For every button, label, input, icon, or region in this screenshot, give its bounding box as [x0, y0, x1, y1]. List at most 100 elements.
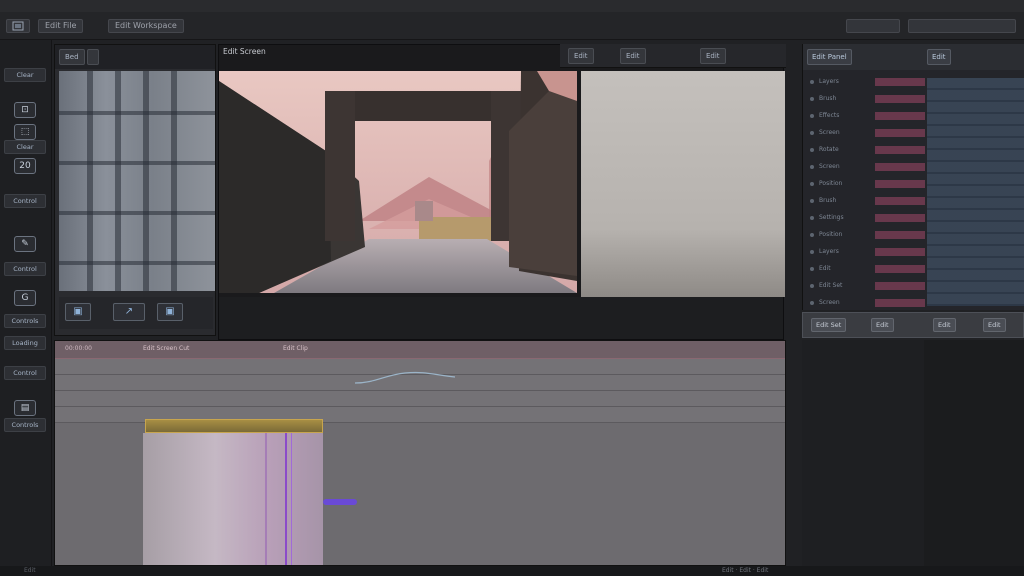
source-icon[interactable]: [87, 49, 99, 65]
viewer-btn-3[interactable]: Edit: [700, 48, 726, 64]
property-value-bar[interactable]: [875, 299, 925, 307]
source-footer: ▣ ↗ ▣: [59, 297, 213, 329]
property-value-bar[interactable]: [875, 282, 925, 290]
property-value-bar[interactable]: [875, 265, 925, 273]
status-right-text: Edit · Edit · Edit: [722, 567, 769, 574]
footer-btn-2[interactable]: Edit: [871, 318, 894, 332]
property-row[interactable]: Effects: [807, 110, 1021, 122]
bullet-icon: [810, 80, 814, 84]
property-row[interactable]: Brush: [807, 195, 1021, 207]
source-title[interactable]: Bed: [59, 49, 85, 65]
properties-header: Edit Panel Edit: [803, 44, 1024, 70]
property-label: Brush: [819, 197, 837, 204]
bullet-icon: [810, 216, 814, 220]
property-row[interactable]: Brush: [807, 93, 1021, 105]
property-row[interactable]: Screen: [807, 127, 1021, 139]
property-row[interactable]: Position: [807, 178, 1021, 190]
tool-button-6[interactable]: Loading: [4, 336, 46, 350]
footer-btn-1[interactable]: Edit Set: [811, 318, 847, 332]
footer-btn-4[interactable]: Edit: [983, 318, 1006, 332]
crop-icon[interactable]: ⊡: [14, 102, 36, 118]
bullet-icon: [810, 233, 814, 237]
property-row[interactable]: Rotate: [807, 144, 1021, 156]
menu-file[interactable]: Edit File: [38, 19, 84, 33]
property-row[interactable]: Screen: [807, 161, 1021, 173]
property-value-bar[interactable]: [875, 78, 925, 86]
property-row[interactable]: Edit Set: [807, 280, 1021, 292]
property-row[interactable]: Screen: [807, 297, 1021, 309]
menu-bar: Edit File Edit Workspace: [0, 12, 1024, 40]
property-value-bar[interactable]: [875, 248, 925, 256]
tool-button-1[interactable]: Clear: [4, 68, 46, 82]
tool-button-8[interactable]: Controls: [4, 418, 46, 432]
viewer-btn-2[interactable]: Edit: [620, 48, 646, 64]
program-side-panel: [581, 71, 785, 297]
property-label: Layers: [819, 78, 839, 85]
properties-panel: Edit Panel Edit Layers Brush Effects Screen…: [802, 44, 1024, 324]
bullet-icon: [810, 182, 814, 186]
program-title: Edit Screen: [223, 47, 266, 56]
property-row[interactable]: Layers: [807, 246, 1021, 258]
workspace-field[interactable]: [908, 19, 1016, 33]
property-row[interactable]: Edit: [807, 263, 1021, 275]
source-btn-3[interactable]: ▣: [157, 303, 183, 321]
tab-edit-panel[interactable]: Edit Panel: [807, 49, 852, 65]
transform-icon[interactable]: ⬚: [14, 124, 36, 140]
source-btn-2[interactable]: ↗: [113, 303, 145, 321]
property-label: Screen: [819, 129, 840, 136]
property-row[interactable]: Settings: [807, 212, 1021, 224]
tool-button-3[interactable]: Control: [4, 194, 46, 208]
footer-btn-3[interactable]: Edit: [933, 318, 956, 332]
status-left-text: Edit: [24, 567, 36, 574]
bullet-icon: [810, 131, 814, 135]
property-value-bar[interactable]: [875, 214, 925, 222]
property-value-bar[interactable]: [875, 112, 925, 120]
viewer-btn-1[interactable]: Edit: [568, 48, 594, 64]
property-label: Edit: [819, 265, 831, 272]
source-viewer[interactable]: [59, 71, 215, 291]
timeline-marker[interactable]: [323, 499, 357, 505]
tool-button-2[interactable]: Clear: [4, 140, 46, 154]
ruler-label-clip: Edit Clip: [283, 345, 308, 352]
tool-button-5[interactable]: Controls: [4, 314, 46, 328]
property-row[interactable]: Position: [807, 229, 1021, 241]
tool-button-4[interactable]: Control: [4, 262, 46, 276]
property-value-bar[interactable]: [875, 231, 925, 239]
playhead[interactable]: [285, 433, 287, 565]
property-value-bar[interactable]: [875, 180, 925, 188]
keyframe-curve[interactable]: [355, 367, 495, 397]
timeline[interactable]: 00:00:00 Edit Screen Cut Edit Clip: [54, 340, 786, 566]
property-value-bar[interactable]: [875, 129, 925, 137]
property-label: Brush: [819, 95, 837, 102]
title-bar: [0, 0, 1024, 12]
bullet-icon: [810, 284, 814, 288]
menu-workspace[interactable]: Edit Workspace: [108, 19, 184, 33]
rotate-icon[interactable]: G: [14, 290, 36, 306]
source-panel: Bed ▣ ↗ ▣: [54, 44, 216, 336]
timeline-ruler[interactable]: 00:00:00 Edit Screen Cut Edit Clip: [55, 341, 785, 359]
twenty-icon[interactable]: 20: [14, 158, 36, 174]
app-icon[interactable]: [6, 19, 30, 33]
property-value-bar[interactable]: [875, 146, 925, 154]
brush-icon[interactable]: ✎: [14, 236, 36, 252]
clip-header[interactable]: [145, 419, 323, 433]
property-label: Screen: [819, 163, 840, 170]
playhead-line: [291, 433, 292, 565]
bullet-icon: [810, 199, 814, 203]
property-value-bar[interactable]: [875, 197, 925, 205]
property-row[interactable]: Layers: [807, 76, 1021, 88]
clip-body[interactable]: [143, 433, 323, 565]
search-field[interactable]: [846, 19, 900, 33]
tool-button-7[interactable]: Control: [4, 366, 46, 380]
program-panel: Edit Screen: [218, 44, 785, 340]
property-value-bar[interactable]: [875, 95, 925, 103]
property-label: Position: [819, 231, 843, 238]
layer-icon[interactable]: ▤: [14, 400, 36, 416]
right-lower-area-b: [924, 340, 1024, 566]
program-viewer[interactable]: [219, 71, 577, 293]
source-btn-1[interactable]: ▣: [65, 303, 91, 321]
property-value-bar[interactable]: [875, 163, 925, 171]
program-footer: [219, 297, 783, 339]
tab-edit[interactable]: Edit: [927, 49, 951, 65]
property-label: Position: [819, 180, 843, 187]
